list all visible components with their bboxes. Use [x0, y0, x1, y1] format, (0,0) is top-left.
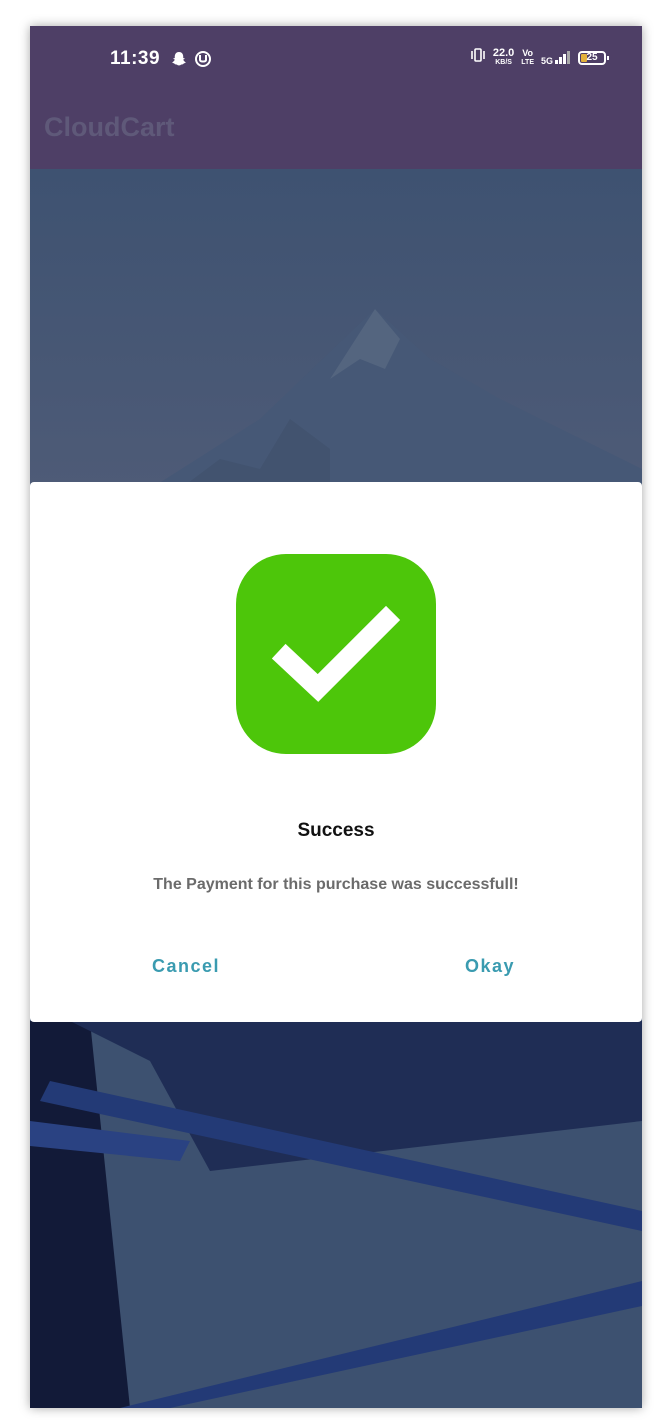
volte-top: Vo	[522, 47, 534, 58]
status-right-group: 22.0 KB/S Vo LTE 5G 25	[470, 47, 609, 67]
cancel-button[interactable]: Cancel	[144, 952, 228, 981]
dialog-title: Success	[297, 820, 375, 841]
success-dialog: Success The Payment for this purchase wa…	[30, 482, 642, 1022]
net-speed-unit: KB/S	[495, 59, 512, 66]
app-bar: CloudCart	[30, 92, 642, 169]
check-icon	[271, 605, 401, 702]
hero-mountain-image	[30, 169, 642, 489]
battery-icon: 25	[578, 50, 609, 65]
net-speed: 22.0 KB/S	[493, 48, 514, 67]
bottom-background-image	[30, 1021, 642, 1408]
success-tile	[236, 554, 436, 754]
network-type: 5G	[541, 50, 571, 66]
snapchat-icon	[170, 50, 188, 73]
dialog-message: The Payment for this purchase was succes…	[153, 876, 519, 893]
vibrate-icon	[470, 48, 486, 67]
status-bar: 11:39 22.0 KB/S Vo LTE 5G 25	[30, 26, 642, 92]
battery-level: 25	[586, 51, 598, 63]
network-label: 5G	[540, 55, 553, 66]
volte-indicator: Vo LTE	[521, 47, 534, 67]
notification-icon	[194, 50, 212, 73]
okay-button[interactable]: Okay	[457, 952, 523, 981]
phone-screen: 11:39 22.0 KB/S Vo LTE 5G 25 CloudCart S…	[30, 26, 642, 1408]
volte-bottom: LTE	[521, 58, 534, 66]
app-title: CloudCart	[44, 112, 175, 142]
signal-icon	[555, 50, 571, 66]
status-time: 11:39	[110, 48, 161, 69]
net-speed-value: 22.0	[492, 47, 515, 59]
